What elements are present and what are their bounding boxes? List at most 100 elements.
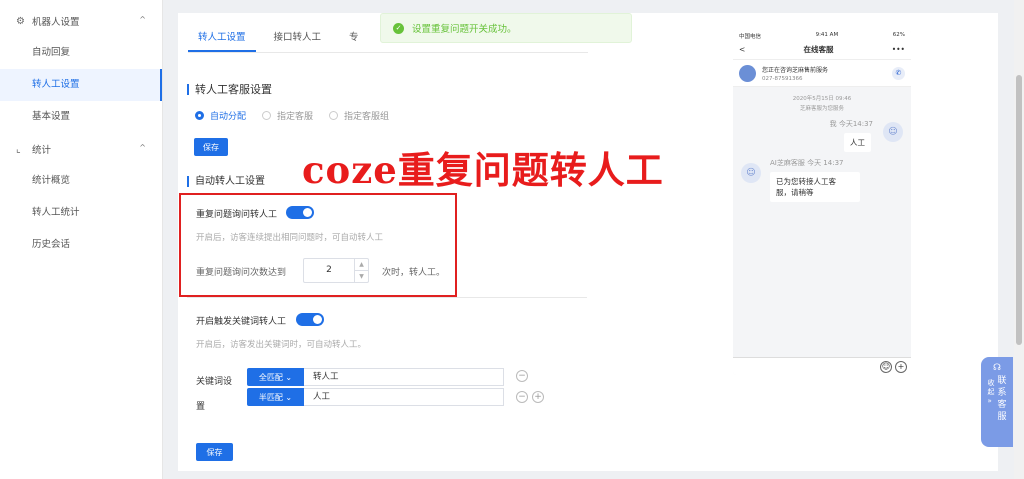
bot-avatar-icon: ☺ [741, 163, 761, 183]
chevron-down-icon[interactable]: ▼ [355, 271, 368, 282]
toast-message: 设置重复问题开关成功。 [412, 24, 517, 35]
tab-api-transfer[interactable]: 接口转人工 [264, 23, 332, 52]
contact-char: 系 [997, 388, 1007, 398]
sidebar-group-statistics[interactable]: ⌞ 统计 ^ [0, 133, 162, 165]
assign-radio-group: 自动分配 指定客服 指定客服组 [195, 109, 389, 122]
back-icon[interactable]: < [739, 45, 745, 54]
tab-transfer-settings[interactable]: 转人工设置 [188, 23, 256, 52]
gear-icon: ⚙ [16, 15, 25, 27]
sidebar: ⚙ 机器人设置 ^ 自动回复 转人工设置 基本设置 ⌞ 统计 ^ 统计概览 转人… [0, 0, 163, 479]
remove-keyword-icon[interactable]: − [516, 391, 528, 403]
radio-label: 指定客服 [277, 112, 314, 122]
bot-msg-line: 服，请稍等 [776, 188, 814, 197]
add-keyword-icon[interactable]: + [532, 391, 544, 403]
contact-label: 联 系 客 服 [997, 375, 1006, 423]
sidebar-item-history[interactable]: 历史会话 [0, 229, 162, 261]
keyword-row: 全匹配 ⌄ 转人工 [247, 368, 504, 386]
scrollbar[interactable] [1014, 0, 1024, 479]
phone-call-icon[interactable]: ✆ [892, 66, 905, 80]
scrollbar-thumb[interactable] [1016, 75, 1022, 345]
collapse-label[interactable]: 收 起 » [987, 379, 994, 423]
service-card-text: 您正在咨询芝麻售前服务 027-87591366 [762, 65, 892, 82]
sidebar-item-auto-reply[interactable]: 自动回复 [0, 37, 162, 69]
keyword-transfer-toggle[interactable] [296, 313, 324, 326]
contact-char: 服 [997, 412, 1007, 422]
repeat-question-hint: 开启后，访客连续提出相同问题时，可自动转人工 [196, 233, 384, 243]
clock-text: 9:41 AM [815, 32, 839, 38]
keyword-transfer-label: 开启触发关键词转人工 [196, 317, 287, 327]
keyword-row: 半匹配 ⌄ 人工 [247, 388, 504, 406]
radio-dot [329, 111, 339, 120]
keyword-settings-label-cont: 置 [196, 402, 206, 412]
sidebar-item-transfer-settings[interactable]: 转人工设置 [0, 69, 162, 101]
bot-msg-bubble: 已为您转接人工客 服，请稍等 [770, 172, 860, 202]
plus-icon[interactable]: + [895, 360, 907, 373]
radio-dot [262, 111, 272, 120]
contact-char: 联 [997, 376, 1007, 386]
collapse-arrow-icon: » [987, 397, 992, 405]
user-msg-bubble: 人工 [844, 133, 871, 152]
service-card: 您正在咨询芝麻售前服务 027-87591366 ✆ [733, 60, 911, 87]
repeat-count-value[interactable]: 2 [304, 259, 354, 282]
contact-char: 客 [997, 400, 1007, 410]
radio-auto-assign[interactable]: 自动分配 [195, 109, 246, 122]
keyword-input[interactable]: 转人工 [304, 368, 504, 386]
chat-date-note: 芝麻客服为您服务 [799, 106, 844, 112]
more-icon[interactable]: ••• [892, 45, 905, 54]
phone-preview: 中国电信 9:41 AM 62% < 在线客服 ••• 您正在咨询芝麻售前服务 … [733, 30, 911, 375]
chevron-up-icon: ^ [139, 143, 146, 152]
service-card-phone: 027-87591366 [762, 75, 803, 82]
contact-support-button[interactable]: ☊ 收 起 » 联 系 客 服 [981, 357, 1013, 447]
radio-specific-agent[interactable]: 指定客服 [262, 109, 313, 122]
chevron-up-icon: ^ [139, 15, 146, 24]
repeat-question-toggle[interactable] [286, 206, 314, 219]
save-button-service[interactable]: 保存 [194, 138, 228, 156]
contact-text: 收 起 » 联 系 客 服 [987, 375, 1006, 423]
headset-icon: ☊ [993, 363, 1001, 373]
sidebar-group-label: 机器人设置 [32, 17, 80, 28]
keyword-settings-label: 关键词设 [196, 377, 233, 387]
sidebar-item-basic-settings[interactable]: 基本设置 [0, 101, 162, 133]
chevron-up-icon[interactable]: ▲ [355, 259, 368, 271]
radio-label: 自动分配 [210, 112, 247, 122]
emoji-icon[interactable]: ☺ [880, 360, 892, 373]
match-type-select[interactable]: 半匹配 ⌄ [247, 388, 304, 406]
collapse-char: 起 [987, 388, 995, 396]
phone-header: < 在线客服 ••• [733, 40, 911, 60]
phone-input-bar: ☺ + [733, 357, 911, 375]
radio-label: 指定客服组 [344, 112, 390, 122]
section-title-service: 转人工客服设置 [187, 84, 272, 95]
sidebar-item-transfer-stats[interactable]: 转人工统计 [0, 197, 162, 229]
save-button-auto-transfer[interactable]: 保存 [196, 443, 233, 461]
carrier-text: 中国电信 [739, 34, 762, 40]
avatar [739, 64, 756, 82]
collapse-char: 收 [987, 379, 995, 387]
battery-text: 62% [892, 32, 905, 38]
repeat-question-label: 重复问题询问转人工 [196, 210, 278, 220]
remove-keyword-icon[interactable]: − [516, 370, 528, 382]
repeat-count-label: 重复问题询问次数达到 [196, 268, 287, 278]
radio-dot [195, 111, 204, 120]
keyword-input[interactable]: 人工 [304, 388, 504, 406]
user-avatar-icon: ☺ [883, 122, 903, 142]
bot-msg-name: AI芝麻客服 今天 14:37 [770, 159, 844, 167]
divider [187, 297, 587, 298]
overlay-caption: coze重复问题转人工 [302, 148, 664, 192]
sidebar-group-label: 统计 [32, 145, 52, 156]
bot-msg-line: 已为您转接人工客 [776, 177, 836, 186]
sidebar-group-robot-settings[interactable]: ⚙ 机器人设置 ^ [0, 5, 162, 37]
radio-specific-group[interactable]: 指定客服组 [329, 109, 389, 122]
chat-date: 2020年5月15日 09:46 [792, 96, 852, 102]
service-card-title: 您正在咨询芝麻售前服务 [762, 66, 829, 74]
stepper-arrows: ▲ ▼ [354, 259, 368, 282]
user-msg-name: 我 今天14:37 [829, 120, 873, 128]
repeat-count-stepper[interactable]: 2 ▲ ▼ [303, 258, 369, 283]
keyword-transfer-hint: 开启后，访客发出关键词时，可自动转人工。 [196, 340, 367, 350]
check-circle-icon: ✓ [393, 22, 404, 34]
phone-status-bar: 中国电信 9:41 AM 62% [733, 30, 911, 40]
tab-third[interactable]: 专 [339, 23, 369, 52]
sidebar-item-stats-overview[interactable]: 统计概览 [0, 165, 162, 197]
success-toast: ✓ 设置重复问题开关成功。 [380, 13, 632, 43]
phone-title: 在线客服 [803, 45, 834, 54]
match-type-select[interactable]: 全匹配 ⌄ [247, 368, 304, 386]
